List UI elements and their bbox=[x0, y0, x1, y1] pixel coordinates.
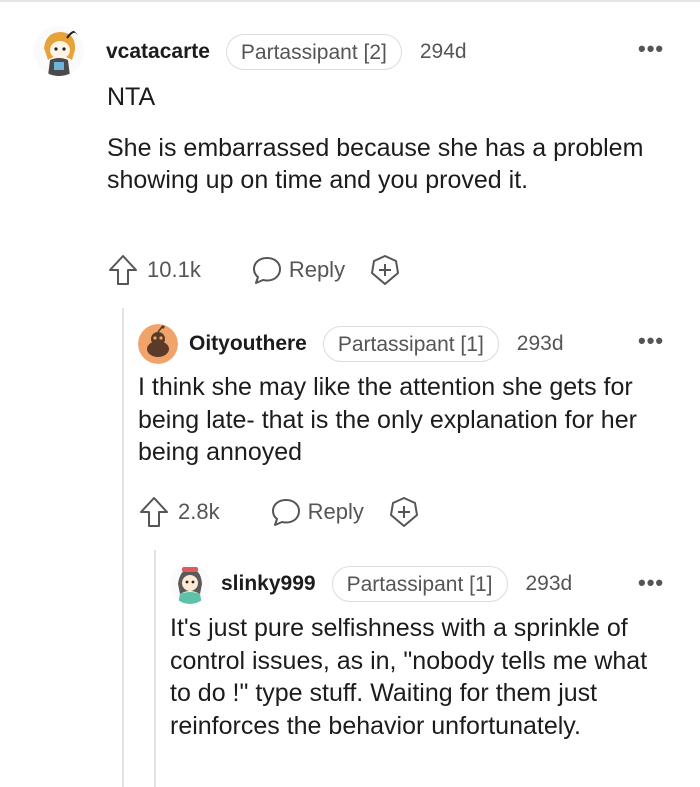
more-options-icon[interactable]: ••• bbox=[638, 570, 664, 596]
award-plus-icon bbox=[371, 255, 400, 285]
upvote-button[interactable]: 10.1k bbox=[107, 253, 201, 287]
reply-label: Reply bbox=[288, 257, 346, 282]
username[interactable]: Oityouthere bbox=[189, 332, 307, 356]
thread-line-level-1[interactable] bbox=[122, 308, 124, 787]
user-flair: Partassipant [1] bbox=[331, 566, 508, 602]
comment-paragraph: It's just pure selfishness with a sprink… bbox=[170, 614, 648, 740]
reply-label: Reply bbox=[307, 499, 364, 524]
upvote-arrow-icon bbox=[140, 497, 168, 527]
award-button[interactable] bbox=[369, 254, 401, 286]
comment-age: 294d bbox=[419, 40, 467, 63]
comment-header: slinky999 Partassipant [1] 293d bbox=[221, 566, 572, 602]
more-options-icon[interactable]: ••• bbox=[638, 328, 664, 354]
comment-header: vcatacarte Partassipant [2] 294d bbox=[106, 34, 467, 70]
username[interactable]: slinky999 bbox=[221, 572, 316, 596]
comment-body: It's just pure selfishness with a sprink… bbox=[170, 612, 670, 742]
comment-paragraph: NTA bbox=[107, 83, 156, 111]
more-options-icon[interactable]: ••• bbox=[638, 36, 664, 62]
reply-button[interactable]: Reply bbox=[251, 254, 345, 286]
comment-header: Oityouthere Partassipant [1] 293d bbox=[189, 326, 564, 362]
vote-count: 2.8k bbox=[178, 499, 220, 524]
reply-button[interactable]: Reply bbox=[270, 496, 364, 528]
avatar[interactable] bbox=[138, 324, 178, 364]
comment-actions: 10.1k Reply bbox=[107, 253, 401, 287]
comment-paragraph: I think she may like the attention she g… bbox=[138, 373, 637, 466]
vote-count: 10.1k bbox=[147, 257, 201, 282]
comment-paragraph: She is embarrassed because she has a pro… bbox=[107, 133, 644, 195]
reply-bubble-icon bbox=[252, 257, 281, 284]
comment-body: NTA She is embarrassed because she has a… bbox=[107, 81, 667, 197]
user-avatar-icon bbox=[170, 564, 210, 604]
comment-body: I think she may like the attention she g… bbox=[138, 371, 668, 469]
user-flair: Partassipant [1] bbox=[322, 326, 499, 362]
username[interactable]: vcatacarte bbox=[106, 40, 210, 64]
upvote-button[interactable]: 2.8k bbox=[138, 495, 220, 529]
comment-actions: 2.8k Reply bbox=[138, 495, 420, 529]
comment-age: 293d bbox=[516, 332, 564, 355]
top-divider bbox=[0, 0, 700, 2]
award-button[interactable] bbox=[388, 496, 420, 528]
comment-age: 293d bbox=[525, 572, 573, 595]
user-avatar-icon bbox=[34, 26, 84, 76]
user-flair: Partassipant [2] bbox=[225, 34, 402, 70]
avatar[interactable] bbox=[170, 564, 210, 604]
avatar[interactable] bbox=[34, 26, 84, 76]
reply-bubble-icon bbox=[271, 499, 300, 526]
award-plus-icon bbox=[389, 497, 418, 527]
upvote-arrow-icon bbox=[109, 255, 137, 285]
thread-line-level-2[interactable] bbox=[154, 550, 156, 787]
default-avatar-icon bbox=[138, 324, 178, 364]
